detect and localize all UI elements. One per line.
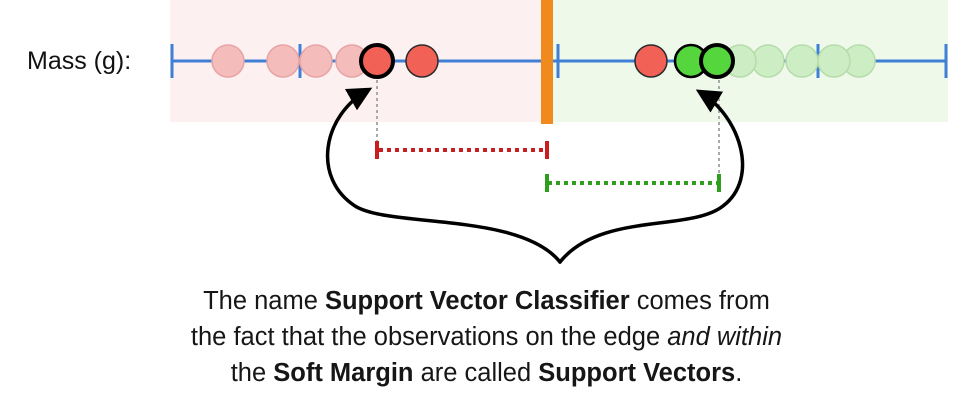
term-support-vector-classifier: Support Vector Classifier [324, 287, 630, 315]
observation-point [266, 44, 300, 78]
caption-line-2: the fact that the observations on the ed… [190, 323, 783, 351]
observation-point [785, 44, 819, 78]
right-margin [545, 174, 721, 192]
left-margin [375, 141, 549, 159]
axis-label: Mass (g): [27, 47, 131, 75]
observation-point [405, 44, 439, 78]
caption-line-3: the Soft Margin are called Support Vecto… [230, 359, 743, 387]
observation-point [634, 44, 668, 78]
term-support-vectors: Support Vectors [538, 359, 736, 387]
caption: The name Support Vector Classifier comes… [140, 283, 833, 391]
threshold-bar [541, 0, 553, 124]
term-soft-margin: Soft Margin [273, 359, 414, 387]
support-vector-point [359, 43, 395, 79]
observation-point [299, 44, 333, 78]
observation-point [211, 44, 245, 78]
caption-line-1: The name Support Vector Classifier comes… [203, 287, 770, 315]
emphasis-and-within: and within [667, 323, 783, 351]
support-vector-point [699, 43, 735, 79]
observation-point [817, 44, 851, 78]
observation-point [751, 44, 785, 78]
